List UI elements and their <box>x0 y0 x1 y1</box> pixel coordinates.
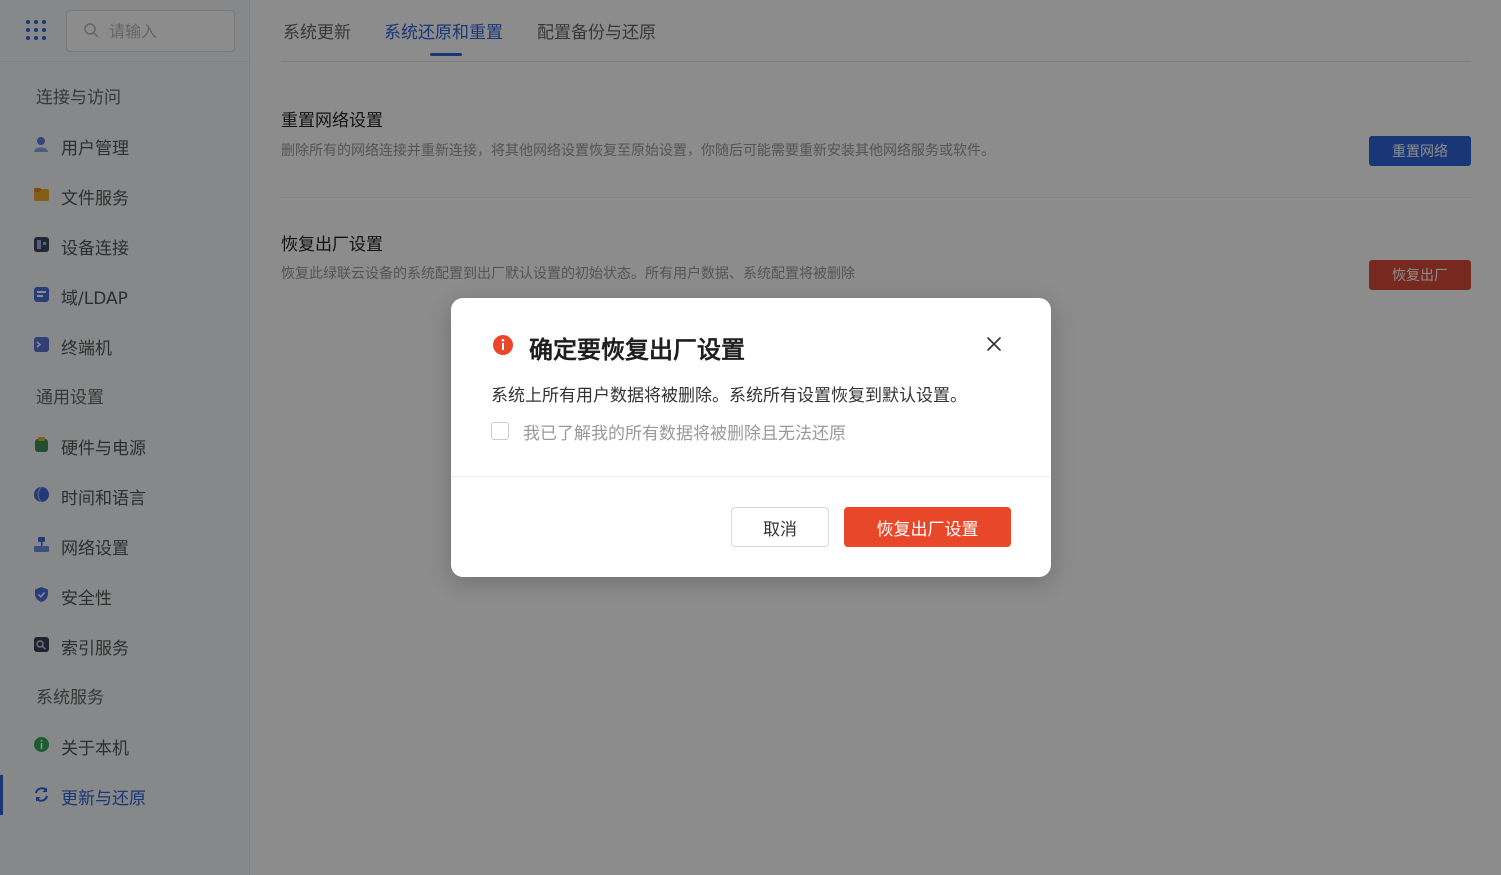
cancel-button[interactable]: 取消 <box>731 507 829 547</box>
warning-icon <box>493 335 513 355</box>
dialog-message: 系统上所有用户数据将被删除。系统所有设置恢复到默认设置。 <box>491 386 967 406</box>
confirm-dialog: 确定要恢复出厂设置 系统上所有用户数据将被删除。系统所有设置恢复到默认设置。 我… <box>451 298 1051 577</box>
acknowledge-checkbox[interactable] <box>491 422 509 440</box>
dialog-title: 确定要恢复出厂设置 <box>529 336 745 364</box>
dialog-divider <box>451 476 1051 477</box>
acknowledge-checkbox-label[interactable]: 我已了解我的所有数据将被删除且无法还原 <box>523 419 846 444</box>
app-window: 连接与访问 用户管理 文件服务 设备连接 域/LDAP 终端机 通用设置 硬件与… <box>0 0 1501 875</box>
close-icon[interactable] <box>984 334 1004 354</box>
confirm-factory-reset-button[interactable]: 恢复出厂设置 <box>844 507 1011 547</box>
